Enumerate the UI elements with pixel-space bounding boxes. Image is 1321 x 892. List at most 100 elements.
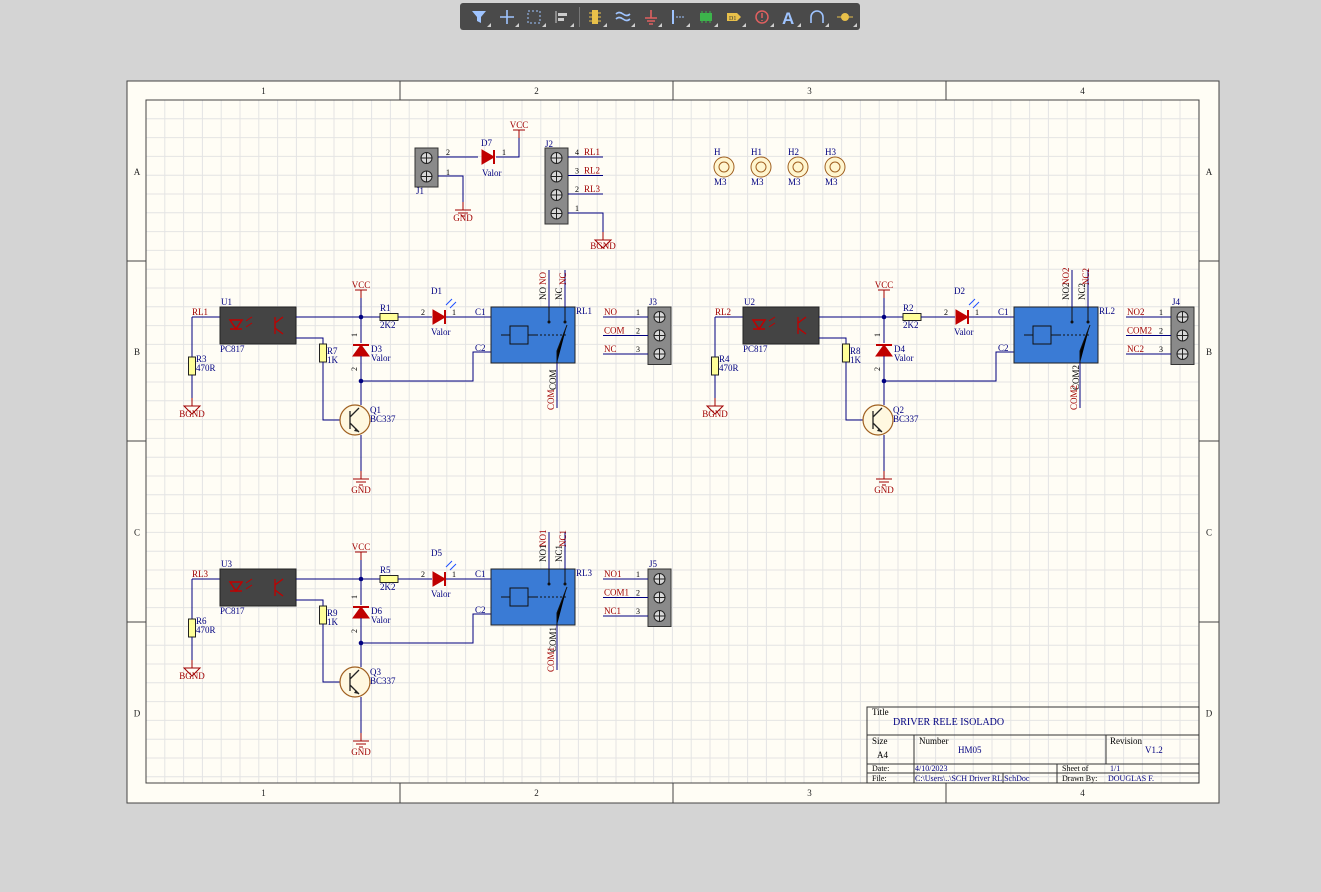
led-designator: D1 xyxy=(431,286,442,296)
sheet-label: Sheet of xyxy=(1062,764,1089,773)
mounting-hole xyxy=(750,156,772,178)
transistor-value: BC337 xyxy=(370,676,396,686)
relay-nc-pin-label: NC xyxy=(554,287,564,300)
relay-contact-nc xyxy=(563,582,567,586)
pin-number: 1 xyxy=(350,595,359,599)
size-label: Size xyxy=(872,736,888,746)
bgnd-label: BGND xyxy=(179,671,205,681)
relay-c1: C1 xyxy=(475,569,486,579)
pin-number: 1 xyxy=(452,570,456,579)
output-connector-designator: J4 xyxy=(1172,297,1181,307)
relay-designator: RL3 xyxy=(576,568,593,578)
resistor-base xyxy=(842,343,850,363)
zone-row-left: A xyxy=(134,167,141,177)
revision-label: Revision xyxy=(1110,736,1143,746)
channel-net-label: RL3 xyxy=(192,569,209,579)
pin-number: 2 xyxy=(446,148,450,157)
schematic-sheet[interactable]: 1 1 2 2 3 3 4 4 A A B B C C D D J1 2 1 GND D7 Valor 1 VCC J2 4 RL1… xyxy=(0,0,1321,892)
led-value: Valor xyxy=(431,589,451,599)
mounting-hole xyxy=(713,156,735,178)
hole-designator: H3 xyxy=(825,147,836,157)
pin-number: 1 xyxy=(873,333,882,337)
d7-value: Valor xyxy=(482,168,502,178)
optocoupler-value: PC817 xyxy=(220,606,245,616)
pin-number: 2 xyxy=(421,308,425,317)
gnd-label: GND xyxy=(874,485,894,495)
d7-designator: D7 xyxy=(481,138,492,148)
resistor-input xyxy=(188,356,196,376)
r-base-value: 1K xyxy=(327,355,339,365)
relay-nc-net-label: NC2 xyxy=(1081,268,1091,285)
r-in-value: 470R xyxy=(719,363,739,373)
relay-designator: RL2 xyxy=(1099,306,1115,316)
resistor-input xyxy=(711,356,719,376)
zone-row-left: B xyxy=(134,347,140,357)
flyback-value: Valor xyxy=(894,353,914,363)
sheet-border xyxy=(126,80,1220,804)
hole-value: M3 xyxy=(751,177,764,187)
pin-number: 3 xyxy=(575,167,579,176)
number-label: Number xyxy=(919,736,949,746)
net-label-1: RL2 xyxy=(584,166,600,176)
hole-value: M3 xyxy=(788,177,801,187)
channel-net-label: RL1 xyxy=(192,307,208,317)
relay-no-pin-label: NO xyxy=(538,287,548,300)
flyback-value: Valor xyxy=(371,615,391,625)
r-in-value: 470R xyxy=(196,363,216,373)
resistor-base xyxy=(319,605,327,625)
r-led-designator: R2 xyxy=(903,303,914,313)
pin-number: 1 xyxy=(350,333,359,337)
sheet-value: 1/1 xyxy=(1110,764,1120,773)
led-value: Valor xyxy=(431,327,451,337)
pin-number: 4 xyxy=(575,148,579,157)
pin-number: 2 xyxy=(873,367,882,371)
zone-row-right: C xyxy=(1206,528,1212,538)
pin-number: 2 xyxy=(944,308,948,317)
relay-nc-net-label: NC xyxy=(558,272,568,285)
pin-number: 1 xyxy=(975,308,979,317)
relay-c1: C1 xyxy=(475,307,486,317)
optocoupler-value: PC817 xyxy=(220,344,245,354)
led-value: Valor xyxy=(954,327,974,337)
date-label: Date: xyxy=(872,764,889,773)
zone-row-right: B xyxy=(1206,347,1212,357)
relay-no-net-label: NO2 xyxy=(1061,268,1071,286)
zone-column-top: 3 xyxy=(807,86,812,96)
number-value: HM05 xyxy=(958,745,982,755)
relay-nc-net-label: NC1 xyxy=(558,530,568,547)
relay-contact-no xyxy=(547,320,551,324)
mounting-hole xyxy=(787,156,809,178)
file-value: C:\Users\..\SCH Driver RL.SchDoc xyxy=(915,774,1030,783)
output-net-label: NO2 xyxy=(1127,307,1145,317)
relay-designator: RL1 xyxy=(576,306,592,316)
pin-number: 2 xyxy=(421,570,425,579)
led-designator: D5 xyxy=(431,548,442,558)
mounting-hole xyxy=(824,156,846,178)
vcc-label: VCC xyxy=(352,542,371,552)
drawn-value: DOUGLAS F. xyxy=(1108,774,1154,783)
resistor-base xyxy=(319,343,327,363)
r-led-value: 2K2 xyxy=(380,320,396,330)
vcc-label: VCC xyxy=(875,280,894,290)
r-led-value: 2K2 xyxy=(380,582,396,592)
j1-designator: J1 xyxy=(416,186,424,196)
hole-value: M3 xyxy=(825,177,838,187)
pin-number: 1 xyxy=(636,308,640,317)
optocoupler xyxy=(219,568,297,607)
pin-number: 1 xyxy=(502,148,506,157)
zone-column-bottom: 1 xyxy=(261,788,266,798)
zone-column-bottom: 3 xyxy=(807,788,812,798)
relay-com-net-label: COM1 xyxy=(546,647,556,672)
r-base-value: 1K xyxy=(850,355,862,365)
pin-number: 2 xyxy=(350,629,359,633)
optocoupler-designator: U3 xyxy=(221,559,232,569)
zone-column-top: 1 xyxy=(261,86,266,96)
hole-value: M3 xyxy=(714,177,727,187)
hole-designator: H xyxy=(714,147,721,157)
j2-designator: J2 xyxy=(545,139,553,149)
vcc-label: VCC xyxy=(510,120,529,130)
relay-com-net-label: COM2 xyxy=(1069,385,1079,410)
zone-row-right: D xyxy=(1206,709,1213,719)
zone-row-right: A xyxy=(1206,167,1213,177)
output-net-label: COM xyxy=(604,326,625,336)
